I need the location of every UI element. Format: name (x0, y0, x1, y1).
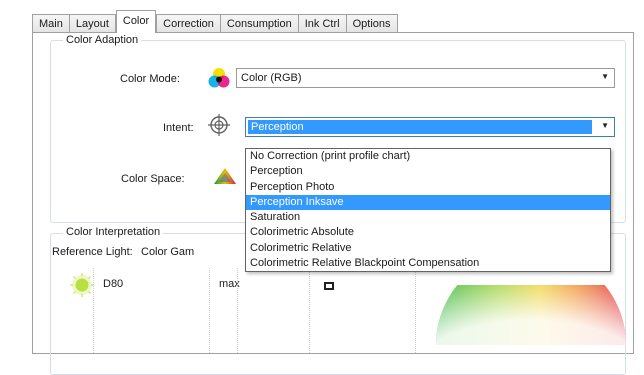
color-adaption-title: Color Adaption (63, 34, 142, 46)
tab-strip: Main Layout Color Correction Consumption… (32, 10, 398, 33)
intent-option[interactable]: Saturation (246, 210, 610, 225)
intent-option[interactable]: No Correction (print profile chart) (246, 149, 610, 164)
color-wheel-icon (436, 285, 626, 345)
color-mode-select[interactable]: Color (RGB) ▼ (236, 68, 615, 88)
color-space-label: Color Space: (121, 173, 185, 185)
tab-ink-ctrl[interactable]: Ink Ctrl (297, 14, 347, 33)
intent-option[interactable]: Colorimetric Relative Blackpoint Compens… (246, 256, 610, 271)
intent-option[interactable]: Colorimetric Absolute (246, 225, 610, 240)
color-interpretation-title: Color Interpretation (63, 226, 164, 238)
divider (415, 268, 416, 353)
divider (209, 268, 210, 353)
intent-option-highlighted[interactable]: Perception Inksave (246, 194, 610, 211)
divider (93, 268, 94, 353)
intent-dropdown-list[interactable]: No Correction (print profile chart) Perc… (245, 148, 611, 273)
tab-layout[interactable]: Layout (68, 14, 116, 33)
tab-color[interactable]: Color (115, 10, 157, 33)
reference-light-label: Reference Light: (52, 246, 133, 258)
color-mode-value: Color (RGB) (241, 72, 302, 84)
intent-option[interactable]: Perception Photo (246, 180, 610, 195)
crosshair-marker-icon (324, 282, 334, 290)
intent-select[interactable]: Perception ▼ (245, 117, 615, 137)
color-triangle-icon (214, 168, 236, 184)
tab-correction[interactable]: Correction (156, 14, 221, 33)
color-mode-label: Color Mode: (120, 73, 180, 85)
light-bulb-icon (70, 273, 94, 297)
color-gamut-label: Color Gam (141, 246, 195, 258)
cmy-circles-icon (208, 68, 230, 88)
crosshair-target-icon (208, 114, 230, 136)
tab-consumption[interactable]: Consumption (219, 14, 299, 33)
tab-options[interactable]: Options (345, 14, 398, 33)
reference-light-value: D80 (103, 278, 124, 290)
chevron-down-icon: ▼ (601, 72, 609, 81)
intent-option[interactable]: Perception (246, 164, 610, 179)
intent-label: Intent: (163, 122, 194, 134)
tab-main[interactable]: Main (32, 14, 70, 33)
divider (237, 268, 238, 353)
chevron-down-icon: ▼ (601, 121, 609, 130)
divider (309, 268, 310, 353)
intent-option[interactable]: Colorimetric Relative (246, 241, 610, 256)
intent-value: Perception (247, 119, 593, 135)
